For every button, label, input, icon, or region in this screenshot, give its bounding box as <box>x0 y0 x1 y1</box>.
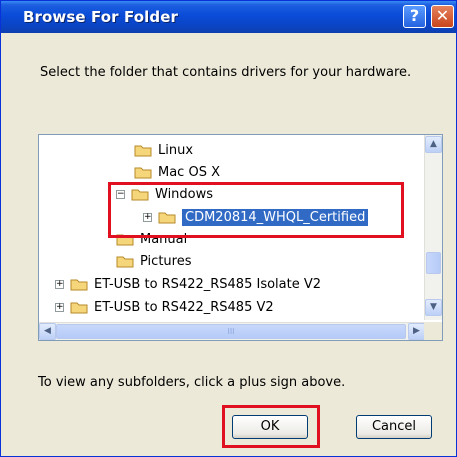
help-button[interactable]: ? <box>403 5 426 28</box>
tree-item-pictures[interactable]: Pictures <box>116 251 191 271</box>
scroll-left-icon[interactable]: ◀ <box>39 323 56 340</box>
tree-item-label: Mac OS X <box>158 164 220 180</box>
folder-icon <box>134 145 152 156</box>
horizontal-scrollbar[interactable]: ◀ III ▶ <box>39 322 425 340</box>
vertical-scrollbar[interactable]: ▲ ▼ <box>424 135 442 320</box>
instruction-text: Select the folder that contains drivers … <box>40 65 412 80</box>
tree-item-label: Linux <box>158 142 194 158</box>
folder-icon <box>70 302 88 313</box>
vertical-scroll-thumb[interactable] <box>426 252 441 274</box>
tree-item-label: ET-USB to RS422_RS485 V2 <box>94 299 274 315</box>
close-button[interactable]: ✕ <box>431 5 454 28</box>
title-bar[interactable]: Browse For Folder ? ✕ <box>1 1 456 33</box>
tree-item-et-usb-v2[interactable]: + ET-USB to RS422_RS485 V2 <box>55 297 274 317</box>
expand-icon[interactable]: + <box>55 279 64 289</box>
dialog-title: Browse For Folder <box>23 8 178 26</box>
scroll-right-icon[interactable]: ▶ <box>408 323 425 340</box>
browse-for-folder-dialog: Browse For Folder ? ✕ Select the folder … <box>0 0 457 457</box>
highlight-box-ok <box>222 405 320 448</box>
highlight-box-folder <box>108 182 404 238</box>
folder-icon <box>134 167 152 178</box>
scroll-down-icon[interactable]: ▼ <box>425 299 442 316</box>
tree-item-mac-os-x[interactable]: Mac OS X <box>134 162 220 182</box>
horizontal-scroll-thumb[interactable]: III <box>56 324 406 339</box>
folder-icon <box>116 256 134 267</box>
expand-icon[interactable]: + <box>55 302 64 312</box>
tree-item-label: ET-USB to RS422_RS485 Isolate V2 <box>94 276 322 292</box>
hint-text: To view any subfolders, click a plus sig… <box>38 375 346 390</box>
scrollbar-corner <box>424 322 442 340</box>
scroll-up-icon[interactable]: ▲ <box>425 136 442 153</box>
tree-item-label: Pictures <box>140 253 192 269</box>
tree-item-et-usb-isolate-v2[interactable]: + ET-USB to RS422_RS485 Isolate V2 <box>55 274 321 294</box>
cancel-button[interactable]: Cancel <box>356 415 432 439</box>
folder-icon <box>70 279 88 290</box>
tree-item-linux[interactable]: Linux <box>134 140 193 160</box>
